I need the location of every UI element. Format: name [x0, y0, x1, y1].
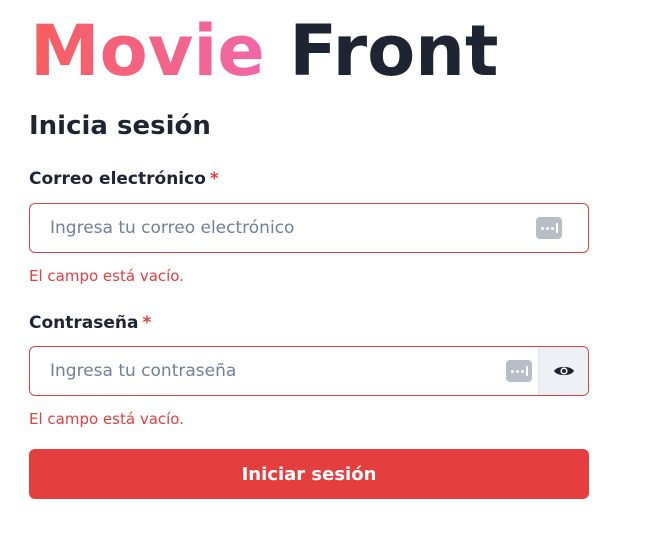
eye-icon — [553, 366, 574, 376]
brand-word-movie: Movie — [30, 10, 265, 92]
login-button[interactable]: Iniciar sesión — [29, 449, 589, 499]
password-label-text: Contraseña — [29, 313, 139, 333]
toggle-password-visibility-button[interactable] — [538, 347, 588, 395]
password-manager-icon[interactable] — [536, 217, 562, 239]
password-field-wrapper — [29, 346, 589, 396]
password-label: Contraseña * — [29, 311, 151, 335]
required-marker: * — [142, 313, 152, 333]
password-input[interactable] — [30, 347, 588, 395]
password-manager-icon[interactable] — [506, 360, 532, 382]
email-field-wrapper — [29, 203, 589, 253]
email-error: El campo está vacío. — [29, 267, 184, 285]
email-input[interactable] — [30, 204, 588, 252]
form-heading: Inicia sesión — [29, 111, 211, 141]
brand-word-front: Front — [289, 10, 499, 92]
email-label-text: Correo electrónico — [29, 169, 206, 189]
email-label: Correo electrónico * — [29, 167, 219, 191]
password-error: El campo está vacío. — [29, 410, 184, 428]
brand-logo: Movie Front — [30, 8, 498, 94]
login-page: Movie Front Inicia sesión Correo electró… — [0, 0, 645, 534]
required-marker: * — [209, 169, 219, 189]
